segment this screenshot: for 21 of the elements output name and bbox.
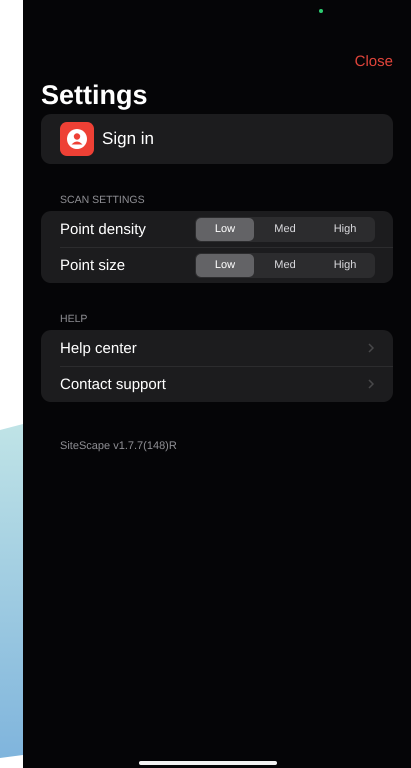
segment-option[interactable]: Med <box>256 218 314 240</box>
segment-option[interactable]: Med <box>256 254 314 276</box>
segment-option[interactable]: Low <box>196 218 254 240</box>
settings-link-row[interactable]: Contact support <box>41 366 393 402</box>
setting-label: Point density <box>60 220 146 238</box>
segment-option[interactable]: High <box>316 218 374 240</box>
setting-label: Point size <box>60 256 126 274</box>
settings-link-row[interactable]: Help center <box>41 330 393 366</box>
chevron-right-icon <box>368 343 374 353</box>
sign-in-row[interactable]: Sign in <box>41 114 393 164</box>
chevron-right-icon <box>368 379 374 389</box>
version-label: SiteScape v1.7.7(148)R <box>60 440 178 452</box>
segment-option[interactable]: Low <box>196 254 254 276</box>
close-button[interactable]: Close <box>354 53 393 70</box>
section-header: HELP <box>60 313 88 325</box>
segment-option[interactable]: High <box>316 254 374 276</box>
page-title: Settings <box>41 79 149 111</box>
camera-indicator-icon <box>319 9 323 13</box>
person-icon <box>60 122 94 156</box>
section-header: SCAN SETTINGS <box>60 194 146 206</box>
home-indicator[interactable] <box>139 761 277 765</box>
